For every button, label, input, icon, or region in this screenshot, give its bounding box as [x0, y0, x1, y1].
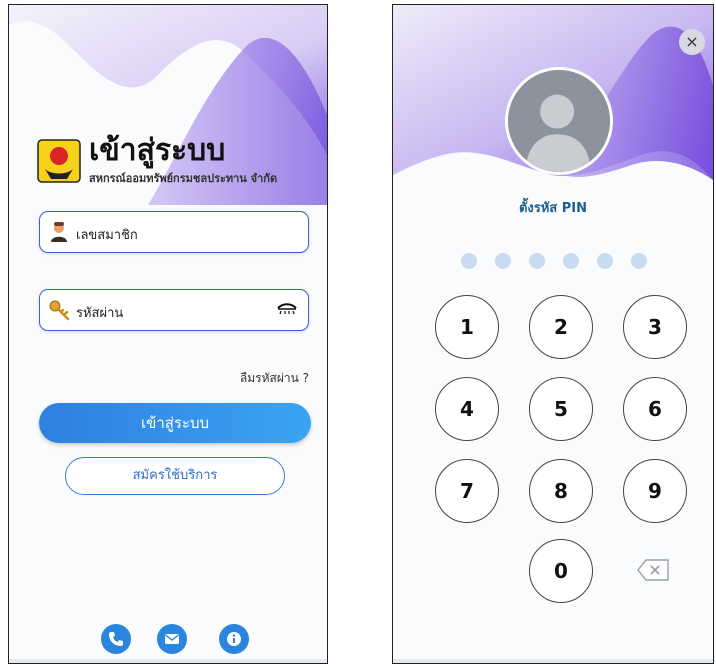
- password-placeholder: รหัสผ่าน: [76, 306, 124, 321]
- key-icon: [49, 300, 70, 321]
- coop-logo: [37, 139, 81, 183]
- member-id-placeholder: เลขสมาชิก: [76, 228, 138, 243]
- backspace-icon[interactable]: [636, 558, 670, 582]
- key-1[interactable]: 1: [435, 295, 499, 359]
- key-0[interactable]: 0: [529, 539, 593, 603]
- login-button[interactable]: เข้าสู่ระบบ: [39, 403, 311, 443]
- pin-dot: [563, 253, 579, 269]
- key-3[interactable]: 3: [623, 295, 687, 359]
- avatar: [505, 67, 613, 175]
- pin-screen: × ตั้งรหัส PIN 1 2 3 4 5 6 7 8 9 0: [392, 4, 714, 664]
- user-silhouette-icon: [508, 70, 610, 172]
- mail-button[interactable]: [157, 624, 187, 654]
- bottom-bar: [393, 659, 713, 663]
- phone-button[interactable]: [101, 624, 131, 654]
- key-8[interactable]: 8: [529, 459, 593, 523]
- key-6[interactable]: 6: [623, 377, 687, 441]
- info-icon: [227, 632, 241, 646]
- key-7[interactable]: 7: [435, 459, 499, 523]
- pin-dot: [461, 253, 477, 269]
- key-5[interactable]: 5: [529, 377, 593, 441]
- pin-dot: [529, 253, 545, 269]
- register-button[interactable]: สมัครใช้บริการ: [65, 457, 285, 495]
- forgot-password-link[interactable]: ลืมรหัสผ่าน ?: [240, 369, 309, 388]
- key-4[interactable]: 4: [435, 377, 499, 441]
- password-field[interactable]: รหัสผ่าน: [39, 289, 309, 331]
- pin-title: ตั้งรหัส PIN: [518, 201, 588, 216]
- bottom-bar: [9, 659, 327, 663]
- coop-name: สหกรณ์ออมทรัพย์กรมชลประทาน จำกัด: [89, 172, 278, 185]
- phone-icon: [109, 632, 123, 646]
- pin-dot: [495, 253, 511, 269]
- key-9[interactable]: 9: [623, 459, 687, 523]
- pin-dot: [597, 253, 613, 269]
- login-screen: เข้าสู่ระบบ สหกรณ์ออมทรัพย์กรมชลประทาน จ…: [8, 4, 328, 664]
- mail-icon: [165, 634, 179, 644]
- login-title: เข้าสู่ระบบ: [89, 133, 226, 168]
- pin-dot: [631, 253, 647, 269]
- member-id-field[interactable]: เลขสมาชิก: [39, 211, 309, 253]
- user-icon: [51, 222, 67, 242]
- info-button[interactable]: [219, 624, 249, 654]
- key-2[interactable]: 2: [529, 295, 593, 359]
- close-button[interactable]: ×: [679, 29, 705, 55]
- eye-closed-icon[interactable]: [276, 302, 298, 318]
- pin-dots: [461, 253, 661, 269]
